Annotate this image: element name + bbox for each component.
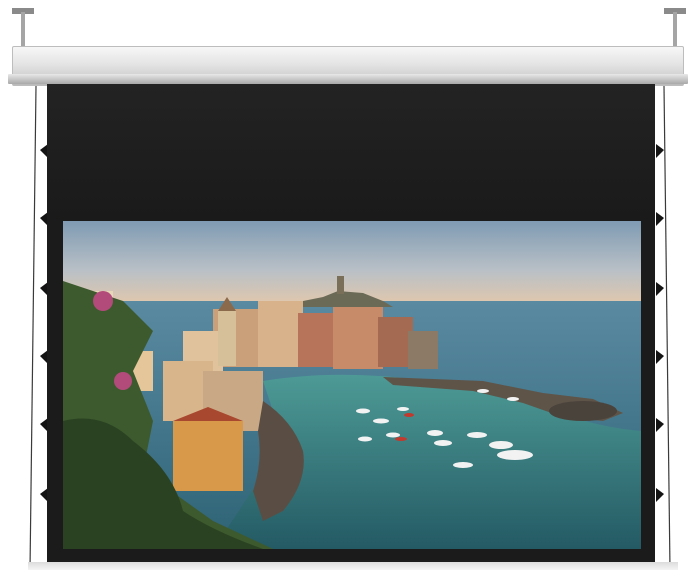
projector-screen-scene bbox=[0, 0, 696, 575]
bougainvillea bbox=[93, 291, 113, 311]
coastal-village-scene bbox=[63, 221, 641, 549]
black-drop-border bbox=[47, 84, 655, 220]
projection-screen bbox=[47, 84, 655, 562]
housing-lip bbox=[8, 74, 688, 84]
screen-bottom-bar bbox=[28, 562, 678, 570]
watch-tower bbox=[337, 276, 344, 294]
bougainvillea bbox=[114, 372, 132, 390]
projected-image bbox=[63, 221, 641, 549]
breakwater-rocks bbox=[549, 401, 617, 421]
